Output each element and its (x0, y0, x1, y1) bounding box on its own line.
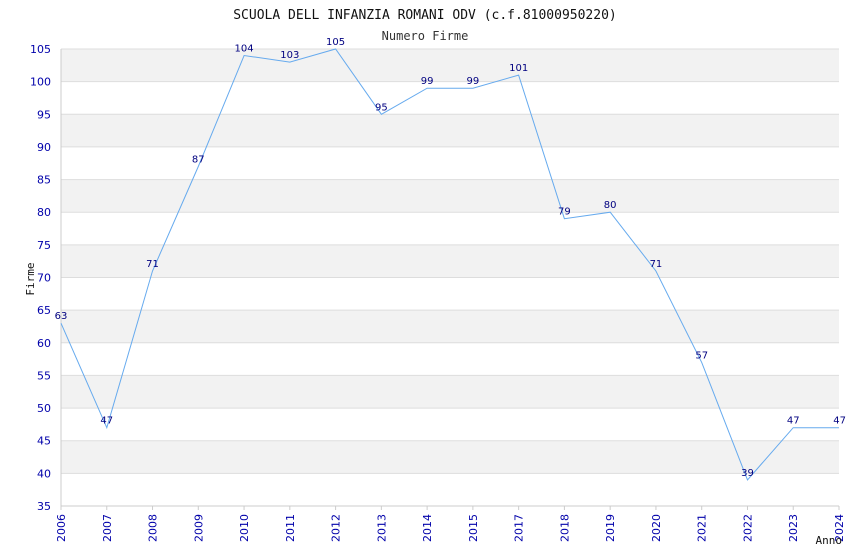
band-45 (61, 408, 839, 441)
data-label-2006: 63 (55, 311, 68, 322)
band-80 (61, 179, 839, 213)
x-tick-2023: 2023 (787, 514, 800, 542)
x-tick-2017: 2017 (513, 514, 526, 542)
band-100 (61, 49, 839, 82)
x-tick-2006: 2006 (55, 514, 68, 542)
x-tick-labels: 2006 2007 2008 2009 2010 2011 2012 2013 2014 2015… (55, 506, 846, 542)
chart-svg: 35404550556065707580859095100105 2006 200… (24, 8, 846, 547)
data-label-2023: 47 (787, 416, 800, 427)
y-tick-70: 70 (37, 272, 51, 285)
chart-title: SCUOLA DELL INFANZIA ROMANI ODV (c.f.810… (233, 8, 617, 23)
x-tick-2018: 2018 (558, 514, 571, 542)
x-tick-2012: 2012 (330, 514, 343, 542)
y-tick-80: 80 (37, 206, 51, 219)
band-70 (61, 244, 839, 278)
data-label-2010: 104 (235, 44, 254, 55)
data-label-2011: 103 (280, 50, 299, 61)
data-label-2013: 95 (375, 102, 388, 113)
y-tick-65: 65 (37, 304, 51, 317)
y-axis-title: Firme (24, 262, 37, 295)
y-tick-40: 40 (37, 467, 51, 480)
x-tick-2020: 2020 (650, 514, 663, 542)
band-35 (61, 473, 839, 506)
x-tick-2015: 2015 (467, 514, 480, 542)
x-tick-2007: 2007 (101, 514, 114, 542)
band-60 (61, 310, 839, 343)
data-label-2020: 71 (650, 259, 663, 270)
y-tick-95: 95 (37, 108, 51, 121)
y-tick-90: 90 (37, 141, 51, 154)
x-tick-2010: 2010 (238, 514, 251, 542)
band-55 (61, 342, 839, 376)
data-label-2007: 47 (100, 416, 113, 427)
y-tick-60: 60 (37, 337, 51, 350)
x-tick-2013: 2013 (375, 514, 388, 542)
band-50 (61, 375, 839, 409)
x-tick-2022: 2022 (741, 514, 754, 542)
x-axis-title: Anno (816, 534, 843, 547)
x-tick-2014: 2014 (421, 514, 434, 542)
data-label-2012: 105 (326, 37, 345, 48)
x-tick-2021: 2021 (696, 514, 709, 542)
band-90 (61, 114, 839, 147)
y-tick-100: 100 (30, 76, 51, 89)
data-label-2022: 39 (741, 468, 754, 479)
data-label-2014: 99 (421, 76, 434, 87)
band-85 (61, 146, 839, 180)
y-tick-35: 35 (37, 500, 51, 513)
data-label-2009: 87 (192, 155, 205, 166)
data-label-2008: 71 (146, 259, 159, 270)
x-tick-2019: 2019 (604, 514, 617, 542)
data-label-2019: 80 (604, 200, 617, 211)
y-tick-50: 50 (37, 402, 51, 415)
x-tick-2009: 2009 (192, 514, 205, 542)
y-tick-75: 75 (37, 239, 51, 252)
data-label-2017: 101 (509, 63, 528, 74)
y-tick-45: 45 (37, 435, 51, 448)
band-40 (61, 440, 839, 474)
data-label-2024: 47 (833, 416, 846, 427)
y-tick-105: 105 (30, 43, 51, 56)
y-tick-55: 55 (37, 369, 51, 382)
band-95 (61, 81, 839, 115)
data-label-2021: 57 (695, 350, 708, 361)
band-65 (61, 277, 839, 311)
data-label-2018: 79 (558, 207, 571, 218)
x-tick-2008: 2008 (147, 514, 160, 542)
chart-subtitle: Numero Firme (382, 29, 469, 43)
band-75 (61, 212, 839, 245)
data-label-2015: 99 (467, 76, 480, 87)
y-tick-85: 85 (37, 174, 51, 187)
x-tick-2011: 2011 (284, 514, 297, 542)
